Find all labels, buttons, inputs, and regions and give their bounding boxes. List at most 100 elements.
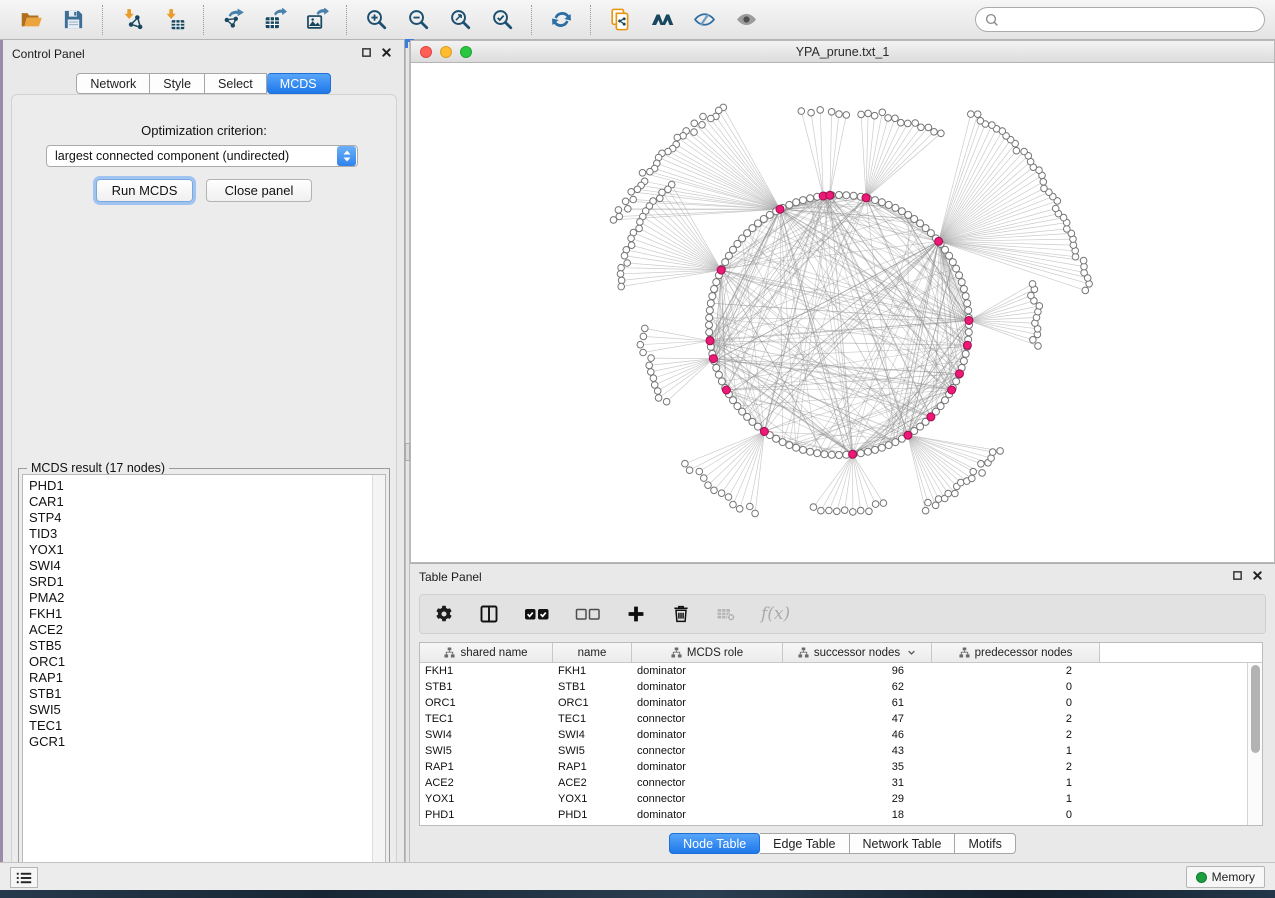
mcds-result-item[interactable]: TID3 xyxy=(29,526,385,542)
add-row-icon[interactable] xyxy=(626,604,646,624)
graph-node[interactable] xyxy=(898,208,905,215)
graph-node[interactable] xyxy=(610,217,617,224)
mcds-result-item[interactable]: ORC1 xyxy=(29,654,385,670)
import-table-icon[interactable] xyxy=(159,5,189,35)
graph-node[interactable] xyxy=(709,293,716,300)
split-columns-icon[interactable] xyxy=(479,604,499,624)
graph-node[interactable] xyxy=(871,112,878,119)
import-network-icon[interactable] xyxy=(117,5,147,35)
graph-node[interactable] xyxy=(945,490,952,497)
graph-node[interactable] xyxy=(682,460,689,467)
tab-motifs[interactable]: Motifs xyxy=(955,833,1015,854)
mcds-result-item[interactable]: GCR1 xyxy=(29,734,385,750)
graph-node[interactable] xyxy=(836,192,843,199)
graph-node[interactable] xyxy=(892,439,899,446)
graph-node[interactable] xyxy=(800,446,807,453)
gear-icon[interactable] xyxy=(434,604,454,624)
graph-node[interactable] xyxy=(857,507,864,514)
tab-network-table[interactable]: Network Table xyxy=(850,833,956,854)
graph-node[interactable] xyxy=(892,115,899,122)
delete-table-icon[interactable] xyxy=(716,604,736,624)
graph-hub-node[interactable] xyxy=(849,450,857,458)
criterion-dropdown[interactable]: largest connected component (undirected) xyxy=(46,145,358,167)
graph-node[interactable] xyxy=(615,207,622,214)
graph-node[interactable] xyxy=(654,388,661,395)
mcds-result-item[interactable]: SRD1 xyxy=(29,574,385,590)
graph-node[interactable] xyxy=(989,449,996,456)
graph-hub-node[interactable] xyxy=(862,194,870,202)
graph-node[interactable] xyxy=(850,192,857,199)
graph-node[interactable] xyxy=(691,120,698,127)
zoom-in-icon[interactable] xyxy=(361,5,391,35)
graph-hub-node[interactable] xyxy=(706,337,714,345)
graph-node[interactable] xyxy=(810,504,817,511)
graph-node[interactable] xyxy=(628,235,635,242)
graph-node[interactable] xyxy=(628,189,635,196)
graph-node[interactable] xyxy=(864,448,871,455)
graph-node[interactable] xyxy=(857,450,864,457)
graph-node[interactable] xyxy=(1021,148,1028,155)
graph-node[interactable] xyxy=(722,259,729,266)
mcds-result-item[interactable]: PHD1 xyxy=(29,478,385,494)
hide-panel-icon[interactable] xyxy=(689,5,719,35)
export-table-icon[interactable] xyxy=(260,5,290,35)
mcds-result-item[interactable]: CAR1 xyxy=(29,494,385,510)
graph-node[interactable] xyxy=(646,362,653,369)
network-window-titlebar[interactable]: YPA_prune.txt_1 xyxy=(411,41,1274,63)
graph-node[interactable] xyxy=(807,195,814,202)
graph-node[interactable] xyxy=(651,382,658,389)
table-scrollbar-thumb[interactable] xyxy=(1251,665,1260,753)
graph-node[interactable] xyxy=(686,467,693,474)
mcds-result-item[interactable]: RAP1 xyxy=(29,670,385,686)
graph-node[interactable] xyxy=(696,468,703,475)
graph-node[interactable] xyxy=(953,265,960,272)
table-row[interactable]: SWI4SWI4dominator462 xyxy=(420,727,1262,743)
graph-node[interactable] xyxy=(736,506,743,513)
graph-node[interactable] xyxy=(752,510,759,517)
memory-button[interactable]: Memory xyxy=(1186,866,1265,888)
graph-node[interactable] xyxy=(828,451,835,458)
graph-node[interactable] xyxy=(826,507,833,514)
graph-node[interactable] xyxy=(650,375,657,382)
graph-node[interactable] xyxy=(706,314,713,321)
graph-node[interactable] xyxy=(964,300,971,307)
column-header-MCDS-role[interactable]: MCDS role xyxy=(632,643,783,662)
graph-node[interactable] xyxy=(858,111,865,118)
column-header-predecessor-nodes[interactable]: predecessor nodes xyxy=(932,643,1100,662)
graph-hub-node[interactable] xyxy=(760,428,768,436)
graph-node[interactable] xyxy=(779,439,786,446)
save-session-icon[interactable] xyxy=(58,5,88,35)
graph-node[interactable] xyxy=(949,259,956,266)
graph-node[interactable] xyxy=(821,451,828,458)
zoom-selected-icon[interactable] xyxy=(487,5,517,35)
graph-node[interactable] xyxy=(1029,281,1036,288)
column-header-shared-name[interactable]: shared name xyxy=(420,643,553,662)
graph-node[interactable] xyxy=(962,293,969,300)
mcds-result-item[interactable]: STB1 xyxy=(29,686,385,702)
graph-node[interactable] xyxy=(699,122,706,129)
graph-node[interactable] xyxy=(935,496,942,503)
graph-hub-node[interactable] xyxy=(948,386,956,394)
graph-node[interactable] xyxy=(663,398,670,405)
graph-node[interactable] xyxy=(962,350,969,357)
network-graph[interactable] xyxy=(411,63,1274,562)
graph-node[interactable] xyxy=(624,260,631,267)
graph-node[interactable] xyxy=(970,468,977,475)
graph-node[interactable] xyxy=(711,487,718,494)
graph-node[interactable] xyxy=(1035,343,1042,350)
close-panel-button[interactable]: Close panel xyxy=(206,179,312,202)
column-header-successor-nodes[interactable]: successor nodes xyxy=(783,643,932,662)
graph-hub-node[interactable] xyxy=(965,317,973,325)
select-all-icon[interactable] xyxy=(524,604,550,624)
graph-node[interactable] xyxy=(793,199,800,206)
delete-row-icon[interactable] xyxy=(671,604,691,624)
graph-node[interactable] xyxy=(892,204,899,211)
graph-node[interactable] xyxy=(904,120,911,127)
graph-node[interactable] xyxy=(932,502,939,509)
graph-node[interactable] xyxy=(725,494,732,501)
graph-hub-node[interactable] xyxy=(722,386,730,394)
graph-node[interactable] xyxy=(808,109,815,116)
refresh-icon[interactable] xyxy=(546,5,576,35)
graph-node[interactable] xyxy=(922,507,929,514)
mcds-result-item[interactable]: ACE2 xyxy=(29,622,385,638)
